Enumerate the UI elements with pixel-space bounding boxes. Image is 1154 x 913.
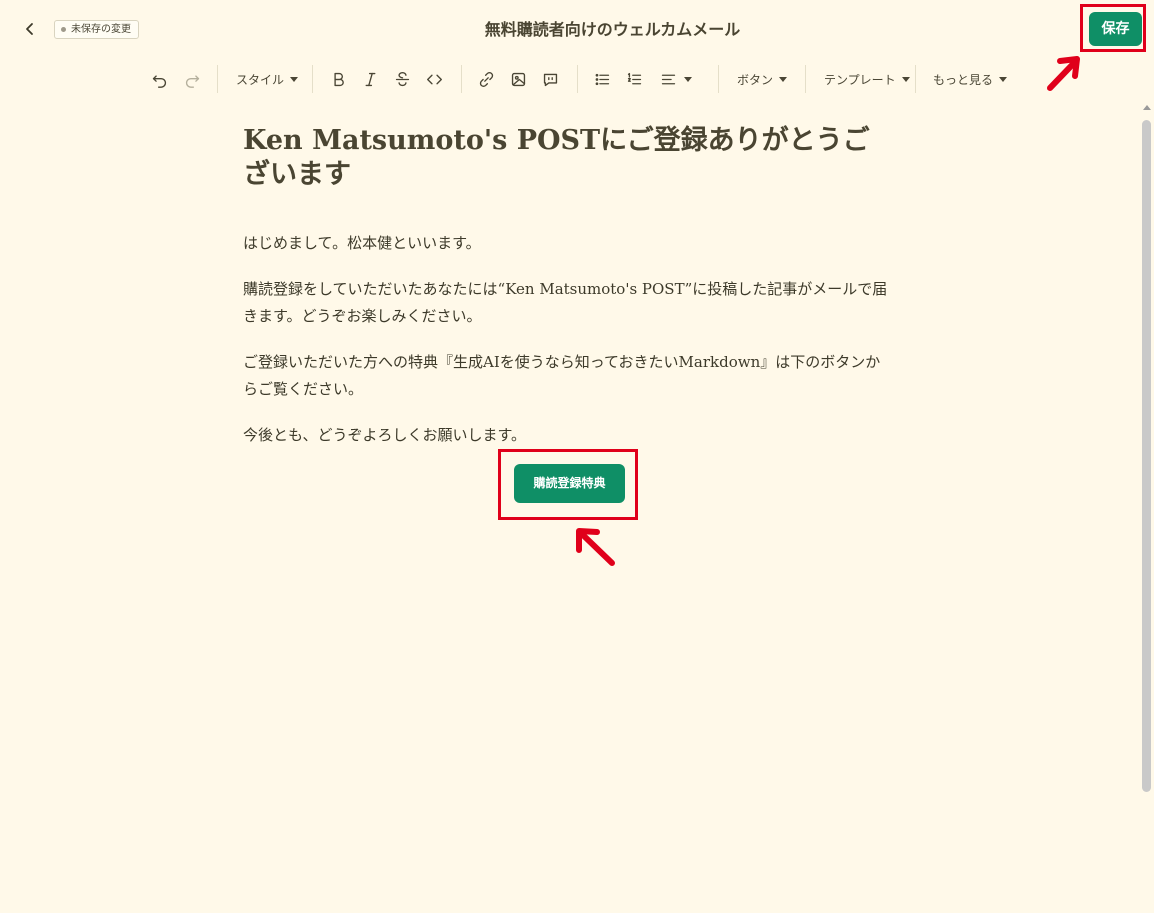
paragraph[interactable]: ご登録いただいた方への特典『生成AIを使うなら知っておきたいMarkdown』は… xyxy=(243,349,893,403)
style-dropdown-label: スタイル xyxy=(236,72,285,87)
caret-down-icon xyxy=(779,76,788,82)
page-title: 無料購読者向けのウェルカムメール xyxy=(484,20,741,39)
bullet-list-button[interactable] xyxy=(590,68,614,90)
numbered-list-icon xyxy=(627,72,641,84)
caret-down-icon xyxy=(901,76,910,82)
arrow-pointer-save-icon xyxy=(1047,56,1080,91)
numbered-list-button[interactable] xyxy=(622,68,646,90)
cta-highlight-box xyxy=(498,449,638,520)
toolbar-divider xyxy=(805,65,806,93)
toolbar-divider xyxy=(577,65,578,93)
code-button[interactable] xyxy=(422,68,446,90)
toolbar-divider xyxy=(312,65,313,93)
link-icon xyxy=(479,71,493,87)
comment-button[interactable] xyxy=(538,68,562,90)
toolbar-divider xyxy=(217,65,218,93)
strikethrough-icon xyxy=(395,71,409,86)
align-button[interactable] xyxy=(656,68,680,90)
template-dropdown[interactable]: テンプレート xyxy=(824,69,910,89)
more-dropdown[interactable]: もっと見る xyxy=(933,69,1008,89)
align-icon xyxy=(661,74,675,84)
link-button[interactable] xyxy=(474,68,498,90)
arrow-pointer-cta-icon xyxy=(576,528,615,566)
toolbar-divider xyxy=(915,65,916,93)
paragraph[interactable]: 今後とも、どうぞよろしくお願いします。 xyxy=(243,422,893,449)
caret-down-icon xyxy=(684,76,692,82)
italic-icon xyxy=(365,72,375,86)
strikethrough-button[interactable] xyxy=(390,68,414,90)
button-dropdown-label: ボタン xyxy=(737,72,774,87)
code-icon xyxy=(426,74,442,84)
more-dropdown-label: もっと見る xyxy=(933,72,994,87)
italic-button[interactable] xyxy=(358,68,382,90)
editor-area[interactable]: Ken Matsumoto's POSTにご登録ありがとうございます はじめまし… xyxy=(243,124,893,468)
comment-icon xyxy=(543,73,557,86)
caret-down-icon xyxy=(290,76,299,82)
bold-icon xyxy=(333,72,344,86)
bullet-list-icon xyxy=(595,73,609,85)
toolbar-divider xyxy=(461,65,462,93)
undo-icon xyxy=(152,74,166,88)
style-dropdown[interactable]: スタイル xyxy=(236,69,299,89)
email-heading[interactable]: Ken Matsumoto's POSTにご登録ありがとうございます xyxy=(243,124,893,192)
save-highlight-box xyxy=(1080,4,1146,52)
template-dropdown-label: テンプレート xyxy=(824,72,896,87)
undo-button[interactable] xyxy=(147,68,171,90)
redo-icon xyxy=(185,74,199,88)
image-button[interactable] xyxy=(506,68,530,90)
toolbar-divider xyxy=(718,65,719,93)
button-dropdown[interactable]: ボタン xyxy=(737,69,788,89)
bold-button[interactable] xyxy=(326,68,350,90)
caret-down-icon xyxy=(999,76,1008,82)
redo-button[interactable] xyxy=(180,68,204,90)
paragraph[interactable]: 購読登録をしていただいたあなたには“Ken Matsumoto's POST”に… xyxy=(243,276,893,330)
paragraph[interactable]: はじめまして。松本健といいます。 xyxy=(243,230,893,257)
align-dropdown-caret[interactable] xyxy=(684,69,692,89)
image-icon xyxy=(511,72,525,86)
scroll-up-arrow-icon[interactable] xyxy=(1141,102,1152,112)
scrollbar-thumb[interactable] xyxy=(1142,120,1151,792)
